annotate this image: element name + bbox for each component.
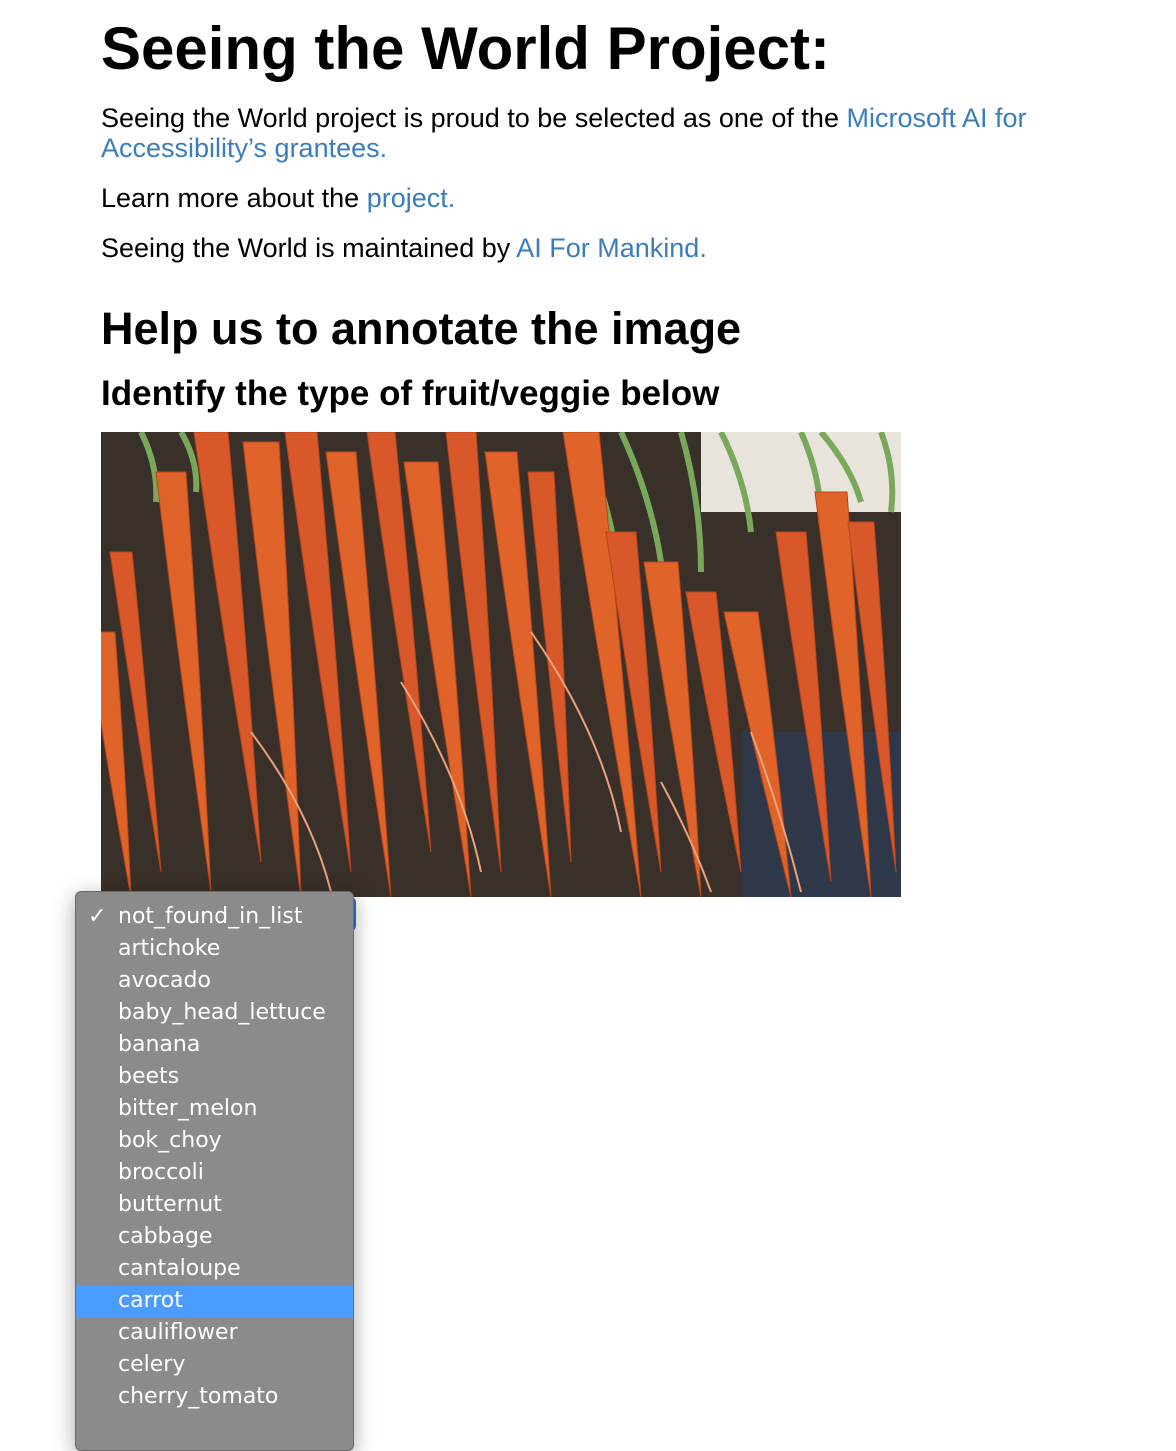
dropdown-option-avocado[interactable]: avocado	[76, 965, 353, 997]
intro-text-project: Learn more about the	[101, 183, 367, 213]
carrot-image	[101, 432, 901, 897]
dropdown-option-label: cabbage	[118, 1224, 213, 1249]
dropdown-option-label: butternut	[118, 1192, 222, 1217]
dropdown-option-label: banana	[118, 1032, 201, 1057]
dropdown-option-baby-head-lettuce[interactable]: baby_head_lettuce	[76, 997, 353, 1029]
dropdown-option-broccoli[interactable]: broccoli	[76, 1157, 353, 1189]
dropdown-option-cabbage[interactable]: cabbage	[76, 1221, 353, 1253]
carrot-photo-drawing	[101, 432, 901, 897]
dropdown-option-cherry-tomato[interactable]: cherry_tomato	[76, 1381, 353, 1413]
intro-paragraph-grant: Seeing the World project is proud to be …	[101, 103, 1131, 163]
fruit-dropdown-menu[interactable]: ✓ not_found_in_list artichoke avocado baby_h…	[75, 891, 354, 1451]
dropdown-option-label: broccoli	[118, 1160, 204, 1185]
ai-for-mankind-link[interactable]: AI For Mankind.	[516, 233, 707, 263]
dropdown-option-celery[interactable]: celery	[76, 1349, 353, 1381]
intro-text-grant: Seeing the World project is proud to be …	[101, 103, 847, 133]
dropdown-option-label: artichoke	[118, 936, 221, 961]
dropdown-option-label: cauliflower	[118, 1320, 238, 1345]
dropdown-option-bok-choy[interactable]: bok_choy	[76, 1125, 353, 1157]
dropdown-option-label: carrot	[118, 1288, 183, 1313]
photo-background-light	[701, 432, 901, 512]
dropdown-option-label: bitter_melon	[118, 1096, 258, 1121]
page-title: Seeing the World Project:	[101, 15, 830, 82]
dropdown-option-cauliflower[interactable]: cauliflower	[76, 1317, 353, 1349]
dropdown-option-label: cherry_tomato	[118, 1384, 279, 1409]
annotate-instruction: Identify the type of fruit/veggie below	[101, 374, 720, 413]
dropdown-option-not-found-in-list[interactable]: ✓ not_found_in_list	[76, 901, 353, 933]
dropdown-option-label: bok_choy	[118, 1128, 222, 1153]
dropdown-option-label: avocado	[118, 968, 211, 993]
intro-paragraph-maintainer: Seeing the World is maintained by AI For…	[101, 233, 707, 263]
project-link[interactable]: project.	[367, 183, 456, 213]
dropdown-option-label: not_found_in_list	[118, 904, 303, 929]
dropdown-option-label: celery	[118, 1352, 186, 1377]
dropdown-option-artichoke[interactable]: artichoke	[76, 933, 353, 965]
dropdown-option-banana[interactable]: banana	[76, 1029, 353, 1061]
dropdown-option-beets[interactable]: beets	[76, 1061, 353, 1093]
dropdown-option-carrot[interactable]: carrot	[76, 1285, 353, 1317]
annotate-heading: Help us to annotate the image	[101, 303, 742, 354]
dropdown-option-label: cantaloupe	[118, 1256, 241, 1281]
intro-paragraph-project: Learn more about the project.	[101, 183, 455, 213]
dropdown-option-cantaloupe[interactable]: cantaloupe	[76, 1253, 353, 1285]
dropdown-option-butternut[interactable]: butternut	[76, 1189, 353, 1221]
dropdown-option-label: baby_head_lettuce	[118, 1000, 326, 1025]
dropdown-option-bitter-melon[interactable]: bitter_melon	[76, 1093, 353, 1125]
checkmark-icon: ✓	[88, 904, 107, 929]
intro-text-maintainer: Seeing the World is maintained by	[101, 233, 517, 263]
dropdown-option-label: beets	[118, 1064, 180, 1089]
